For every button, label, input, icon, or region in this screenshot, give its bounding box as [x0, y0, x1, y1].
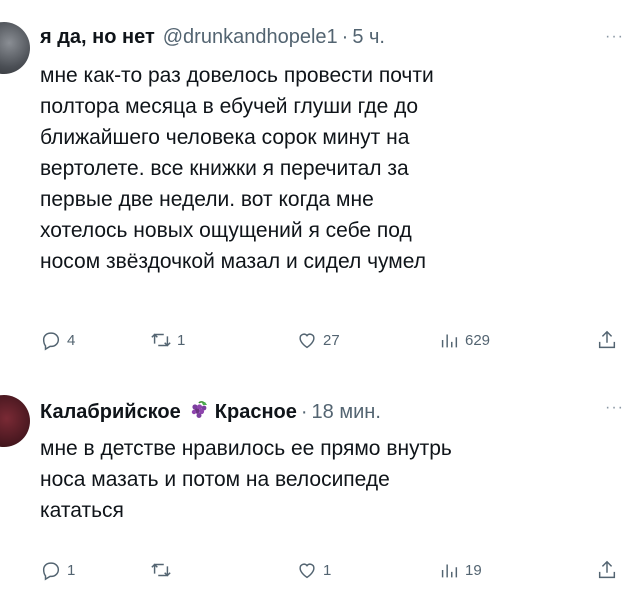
display-name[interactable]: я да, но нет: [40, 26, 155, 49]
share-icon: [598, 560, 616, 579]
views-count: 629: [465, 331, 491, 349]
tweet-actions: 4 1 27 629: [40, 328, 620, 352]
like-button[interactable]: 1: [296, 558, 331, 582]
heart-icon: [299, 333, 315, 349]
like-count: 1: [323, 561, 332, 579]
reply-icon: [42, 332, 60, 351]
share-button[interactable]: [596, 558, 618, 582]
share-button[interactable]: [596, 328, 618, 352]
separator-dot: ·: [341, 26, 349, 48]
more-options-icon[interactable]: ···: [605, 28, 624, 46]
more-options-icon[interactable]: ···: [605, 399, 624, 417]
share-icon: [598, 330, 616, 349]
display-name-continued[interactable]: Красное: [215, 401, 297, 424]
views-count: 19: [465, 561, 482, 579]
tweet-actions: 1 1 19: [40, 558, 620, 582]
avatar[interactable]: [0, 22, 30, 74]
repost-count: 1: [177, 331, 186, 349]
avatar[interactable]: [0, 395, 30, 447]
timestamp[interactable]: 18 мин.: [312, 401, 381, 424]
reply-count: 1: [67, 561, 76, 579]
views-button[interactable]: 629: [438, 328, 490, 352]
repost-button[interactable]: [150, 558, 177, 582]
tweet-text: мне как-то раз довелось провести почти п…: [40, 64, 434, 273]
repost-button[interactable]: 1: [150, 328, 185, 352]
reply-button[interactable]: 1: [40, 558, 75, 582]
like-count: 27: [323, 331, 340, 349]
display-name[interactable]: Калабрийское: [40, 401, 181, 424]
repost-icon: [151, 563, 171, 577]
separator-dot: ·: [300, 401, 308, 423]
tweet-header: я да, но нет @drunkandhopele1 · 5 ч.: [40, 26, 385, 52]
tweet-header: Калабрийское Красное · 18 мин.: [40, 398, 381, 424]
tweet[interactable]: Калабрийское Красное · 18 мин. ··· мне в…: [0, 375, 640, 591]
user-handle[interactable]: @drunkandhopele1: [163, 26, 338, 49]
timestamp[interactable]: 5 ч.: [352, 26, 385, 49]
heart-icon: [299, 563, 315, 579]
like-button[interactable]: 27: [296, 328, 340, 352]
reply-button[interactable]: 4: [40, 328, 75, 352]
views-chart-icon: [441, 334, 458, 348]
repost-icon: [151, 333, 171, 347]
reply-icon: [42, 562, 60, 581]
tweet[interactable]: я да, но нет @drunkandhopele1 · 5 ч. ···…: [0, 0, 640, 372]
views-button[interactable]: 19: [438, 558, 482, 582]
reply-count: 4: [67, 331, 76, 349]
tweet-text: мне в детстве нравилось ее прямо внутрь …: [40, 437, 452, 522]
views-chart-icon: [441, 564, 458, 578]
grape-icon: [187, 401, 209, 421]
